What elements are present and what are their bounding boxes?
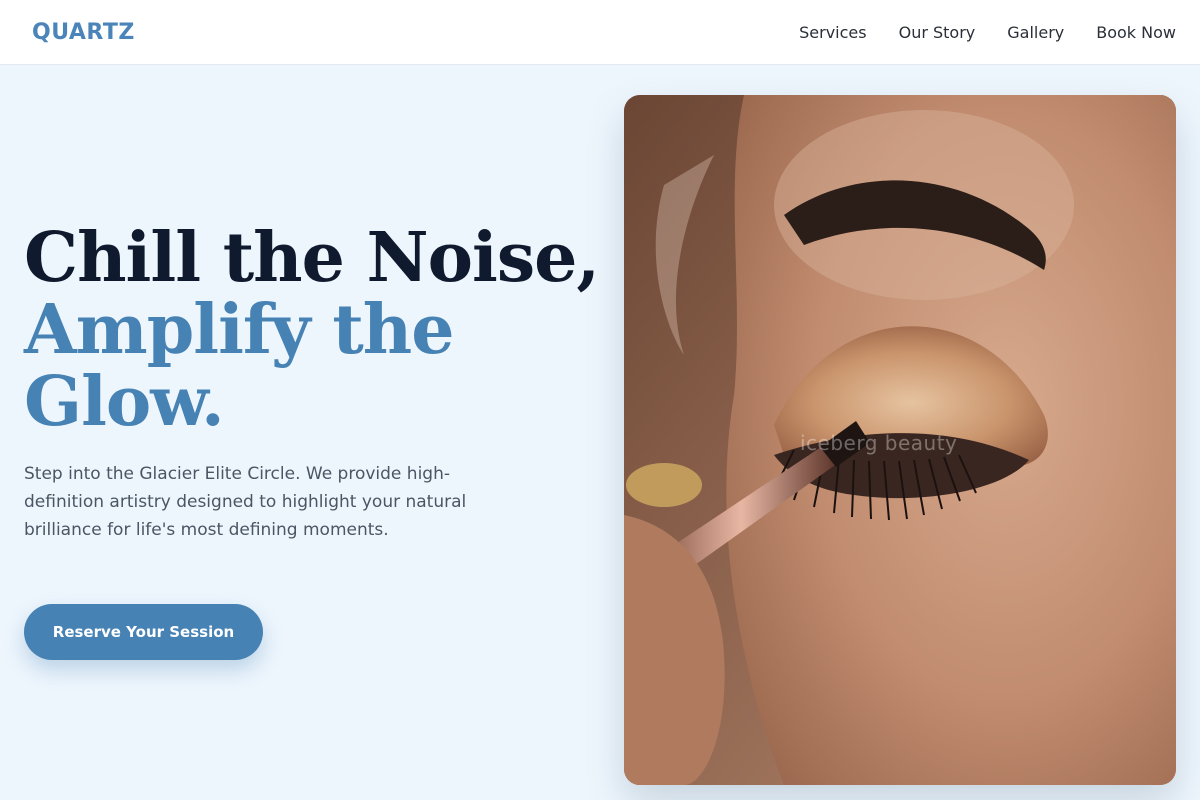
site-header: QUARTZ Services Our Story Gallery Book N…	[0, 0, 1200, 65]
hero-headline: Chill the Noise, Amplify the Glow.	[24, 218, 600, 442]
reserve-session-button[interactable]: Reserve Your Session	[24, 604, 263, 660]
nav-link-gallery[interactable]: Gallery	[1007, 23, 1064, 42]
nav-link-book-now[interactable]: Book Now	[1096, 23, 1176, 42]
image-watermark: iceberg beauty	[800, 431, 958, 455]
nav-link-services[interactable]: Services	[799, 23, 866, 42]
hero-image: iceberg beauty	[624, 95, 1176, 785]
headline-line-3: Glow.	[24, 362, 225, 442]
main-nav: Services Our Story Gallery Book Now	[799, 23, 1176, 42]
hero-text: Chill the Noise, Amplify the Glow. Step …	[24, 218, 600, 544]
headline-line-2: Amplify the	[24, 290, 454, 370]
nav-link-our-story[interactable]: Our Story	[899, 23, 976, 42]
headline-line-1: Chill the Noise,	[24, 218, 600, 298]
site-logo[interactable]: QUARTZ	[32, 20, 135, 45]
hero-description: Step into the Glacier Elite Circle. We p…	[24, 464, 467, 540]
